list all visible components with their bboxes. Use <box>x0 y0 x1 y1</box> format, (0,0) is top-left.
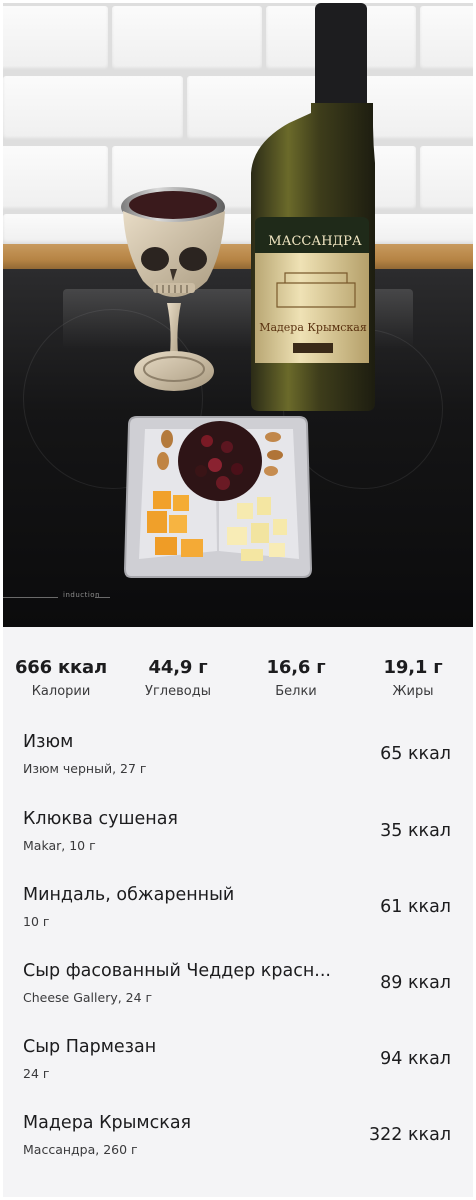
skull-goblet <box>121 187 225 391</box>
food-item-name: Изюм <box>23 732 74 752</box>
calories-label: Калории <box>31 684 91 699</box>
calories-total: 666 ккал Калории <box>11 657 111 699</box>
fat-value: 19,1 г <box>383 657 443 678</box>
protein-label: Белки <box>275 684 317 699</box>
food-item-name: Сыр фасованный Чеддер красн... <box>23 961 331 981</box>
food-item-detail: Изюм черный, 27 г <box>23 761 147 776</box>
bottle-brand: МАССАНДРА <box>268 234 362 249</box>
food-item-kcal: 65 ккал <box>380 744 451 764</box>
food-item-parmesan[interactable]: Сыр Пармезан 24 г 94 ккал <box>3 1037 473 1097</box>
fat-total: 19,1 г Жиры <box>363 657 463 699</box>
food-item-kcal: 35 ккал <box>380 821 451 841</box>
carbs-total: 44,9 г Углеводы <box>128 657 228 699</box>
food-item-name: Клюква сушеная <box>23 809 178 829</box>
carbs-label: Углеводы <box>145 684 211 699</box>
food-item-name: Сыр Пармезан <box>23 1037 157 1057</box>
food-item-kcal: 94 ккал <box>380 1049 451 1069</box>
protein-value: 16,6 г <box>266 657 326 678</box>
tile-wall <box>3 3 473 247</box>
calories-value: 666 ккал <box>14 657 107 678</box>
wooden-shelf <box>3 244 473 270</box>
carbs-value: 44,9 г <box>148 657 208 678</box>
food-item-cheddar[interactable]: Сыр фасованный Чеддер красн... Cheese Ga… <box>3 961 473 1021</box>
food-item-madeira[interactable]: Мадера Крымская Массандра, 260 г 322 кка… <box>3 1113 473 1173</box>
food-item-kcal: 89 ккал <box>380 973 451 993</box>
snack-tray <box>123 416 313 578</box>
fat-label: Жиры <box>392 684 434 699</box>
bottle-label: Мадера Крымская <box>259 321 367 334</box>
food-item-cranberries[interactable]: Клюква сушеная Makar, 10 г 35 ккал <box>3 809 473 869</box>
food-item-raisins[interactable]: Изюм Изюм черный, 27 г 65 ккал <box>3 732 473 792</box>
nutrition-summary: 666 ккал Калории 44,9 г Углеводы 16,6 г … <box>3 657 473 707</box>
food-item-detail: 24 г <box>23 1066 50 1081</box>
food-item-almonds[interactable]: Миндаль, обжаренный 10 г 61 ккал <box>3 885 473 945</box>
protein-total: 16,6 г Белки <box>246 657 346 699</box>
food-item-detail: 10 г <box>23 914 50 929</box>
food-item-name: Мадера Крымская <box>23 1113 192 1133</box>
meal-photo[interactable]: induction МАССАНДРА Мадера Крымская <box>3 3 473 627</box>
meal-screen: induction МАССАНДРА Мадера Крымская 666 … <box>3 3 473 1197</box>
food-item-detail: Массандра, 260 г <box>23 1142 138 1157</box>
nutrition-panel: 666 ккал Калории 44,9 г Углеводы 16,6 г … <box>3 627 473 1197</box>
food-item-detail: Cheese Gallery, 24 г <box>23 990 153 1005</box>
food-item-name: Миндаль, обжаренный <box>23 885 235 905</box>
food-item-kcal: 61 ккал <box>380 897 451 917</box>
wine-bottle: МАССАНДРА Мадера Крымская <box>251 3 375 411</box>
food-item-kcal: 322 ккал <box>368 1125 451 1145</box>
food-item-detail: Makar, 10 г <box>23 838 96 853</box>
